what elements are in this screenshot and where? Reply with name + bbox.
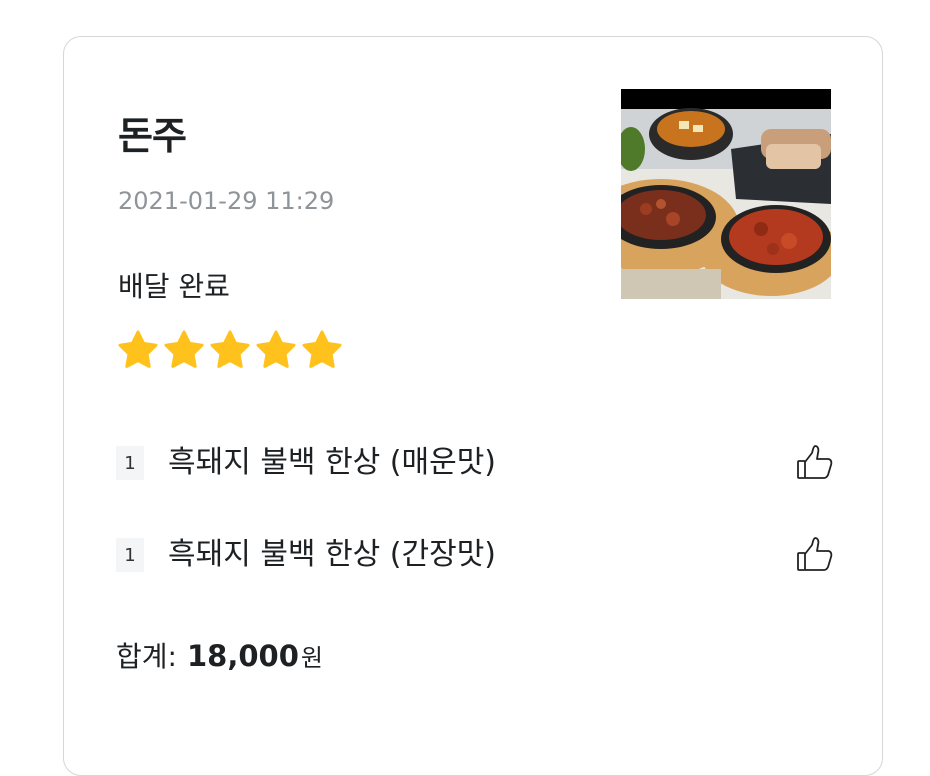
order-date: 2021-01-29 11:29	[118, 187, 335, 215]
star-rating	[116, 329, 344, 371]
menu-item-quantity: 1	[116, 446, 144, 480]
star-icon	[118, 330, 158, 368]
total-unit: 원	[300, 644, 323, 672]
total-label: 합계:	[116, 640, 177, 673]
menu-item: 1 흑돼지 불백 한상 (간장맛)	[116, 529, 836, 621]
order-total: 합계: 18,000 원	[116, 635, 323, 675]
star-icon	[302, 330, 342, 368]
total-value: 18,000	[186, 639, 299, 673]
store-name[interactable]: 돈주	[118, 105, 187, 160]
thumbs-up-icon[interactable]	[794, 442, 836, 484]
star-icon	[210, 330, 250, 368]
order-status: 배달 완료	[118, 270, 230, 303]
menu-item-quantity: 1	[116, 538, 144, 572]
star-icon	[256, 330, 296, 368]
thumbs-up-icon[interactable]	[794, 534, 836, 576]
order-card: 돈주 2021-01-29 11:29 배달 완료 1 흑돼지 불백 한상 (매…	[63, 36, 883, 776]
menu-item-name: 흑돼지 불백 한상 (간장맛)	[168, 537, 497, 572]
menu-item-name: 흑돼지 불백 한상 (매운맛)	[168, 445, 497, 480]
star-icon	[164, 330, 204, 368]
food-thumbnail[interactable]	[621, 89, 831, 299]
menu-item: 1 흑돼지 불백 한상 (매운맛)	[116, 437, 836, 529]
menu-list: 1 흑돼지 불백 한상 (매운맛) 1 흑돼지 불백 한상 (간장맛)	[116, 437, 836, 621]
